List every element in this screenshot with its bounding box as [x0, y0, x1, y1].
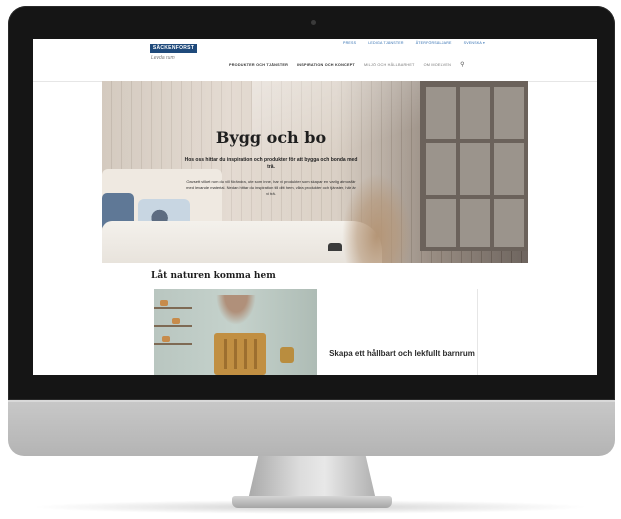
- site-tagline: Levda rum: [151, 55, 175, 61]
- hero-title: Bygg och bo: [215, 128, 327, 147]
- hero-banner: Bygg och bo Hos oss hittar du inspiratio…: [102, 81, 528, 263]
- hero-body-text: Oavsett vilket rum du vill förändra, ute…: [186, 179, 356, 196]
- monitor-chin-edge: [8, 400, 615, 402]
- hero-window: [420, 81, 528, 251]
- window-pane: [426, 87, 456, 139]
- window-pane: [460, 199, 490, 247]
- util-nav-dealers[interactable]: ÅTERFÖRSÄLJARE: [416, 41, 452, 45]
- monitor-stand: [248, 456, 376, 500]
- window-pane: [494, 199, 524, 247]
- window-pane: [426, 143, 456, 195]
- search-icon[interactable]: ⚲: [460, 61, 464, 68]
- crib-canopy: [216, 295, 256, 325]
- monitor-stand-base: [232, 496, 392, 508]
- crib-slat: [224, 339, 227, 369]
- card-image-nursery[interactable]: [154, 289, 317, 375]
- toy: [172, 318, 180, 324]
- window-pane: [426, 199, 456, 247]
- toy-horse: [280, 347, 294, 363]
- window-pane: [494, 87, 524, 139]
- nav-item-inspiration[interactable]: INSPIRATION OCH KONCEPT: [297, 63, 355, 67]
- main-nav: PRODUKTER OCH TJÄNSTER INSPIRATION OCH K…: [229, 61, 464, 68]
- section-title: Låt naturen komma hem: [151, 271, 276, 281]
- shelf: [154, 343, 192, 345]
- hero-lamp: [328, 243, 342, 251]
- hero-bed: [102, 221, 382, 263]
- util-nav-press[interactable]: PRESS: [343, 41, 356, 45]
- toy: [162, 336, 170, 342]
- site-logo[interactable]: SÄCKENFORST: [150, 44, 197, 53]
- window-pane: [494, 143, 524, 195]
- crib: [214, 333, 266, 375]
- language-select[interactable]: SVENSKA ▾: [464, 41, 485, 45]
- util-nav-jobs[interactable]: LEDIGA TJÄNSTER: [368, 41, 404, 45]
- card-divider: [477, 289, 478, 375]
- hero-subtitle: Hos oss hittar du inspiration och produk…: [184, 157, 358, 170]
- site-header: SÄCKENFORST Levda rum PRESS LEDIGA TJÄNS…: [33, 39, 597, 82]
- card-title[interactable]: Skapa ett hållbart och lekfullt barnrum: [321, 348, 483, 359]
- utility-nav: PRESS LEDIGA TJÄNSTER ÅTERFÖRSÄLJARE SVE…: [343, 41, 485, 45]
- window-pane: [460, 143, 490, 195]
- window-pane: [460, 87, 490, 139]
- nav-item-products[interactable]: PRODUKTER OCH TJÄNSTER: [229, 63, 288, 67]
- toy: [160, 300, 168, 306]
- monitor-chin: [8, 400, 615, 456]
- crib-slat: [234, 339, 237, 369]
- camera-icon: [311, 20, 316, 25]
- browser-screen: SÄCKENFORST Levda rum PRESS LEDIGA TJÄNS…: [33, 39, 597, 375]
- shelf: [154, 307, 192, 309]
- crib-slat: [254, 339, 257, 369]
- crib-slat: [244, 339, 247, 369]
- shelf: [154, 325, 192, 327]
- nav-item-about[interactable]: OM MOELVEN: [424, 63, 451, 67]
- nav-item-sustainability[interactable]: MILJÖ OCH HÅLLBARHET: [364, 63, 415, 67]
